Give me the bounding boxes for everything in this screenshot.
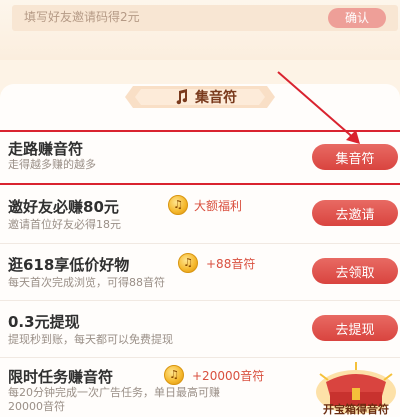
task-desc: 每20分钟完成一次广告任务，单日最高可赚 <box>8 386 220 399</box>
task-title: 0.3元提现 <box>8 313 80 331</box>
section-title-text: 集音符 <box>195 90 237 106</box>
chest-label: 开宝箱得音符 <box>323 403 389 416</box>
section-title: 集音符 <box>140 86 270 108</box>
invite-bar: 填写好友邀请码得2元 确认 <box>0 0 400 60</box>
invite-button[interactable]: 去邀请 <box>312 200 398 226</box>
task-invite: 邀好友必赚80元 ♫ 大额福利 邀请首位好友必得18元 去邀请 <box>0 186 400 242</box>
task-title: 逛618享低价好物 <box>8 256 130 274</box>
collect-notes-button[interactable]: 集音符 <box>312 144 398 170</box>
task-title: 邀好友必赚80元 <box>8 198 119 216</box>
task-desc: 20000音符 <box>8 400 65 413</box>
claim-button[interactable]: 去领取 <box>312 258 398 284</box>
task-walk: 走路赚音符 走得越多赚的越多 集音符 <box>0 130 400 185</box>
invite-code-input[interactable]: 填写好友邀请码得2元 确认 <box>12 5 398 31</box>
task-desc: 每天首次完成浏览，可得88音符 <box>8 276 165 289</box>
reward-badge: 大额福利 <box>194 199 243 213</box>
task-title: 限时任务赚音符 <box>8 368 114 386</box>
music-coin-icon: ♫ <box>168 195 188 215</box>
task-desc: 提现秒到账，每天都可以免费提现 <box>8 333 173 346</box>
music-coin-icon: ♫ <box>164 365 184 385</box>
withdraw-button[interactable]: 去提现 <box>312 315 398 341</box>
task-desc: 走得越多赚的越多 <box>8 158 96 171</box>
confirm-button[interactable]: 确认 <box>328 8 386 28</box>
reward-badge: +88音符 <box>206 257 256 271</box>
task-withdraw: 0.3元提现 提现秒到账，每天都可以免费提现 去提现 <box>0 301 400 357</box>
task-desc: 邀请首位好友必得18元 <box>8 218 121 231</box>
music-coin-icon: ♫ <box>178 253 198 273</box>
reward-badge: +20000音符 <box>192 369 265 383</box>
invite-placeholder: 填写好友邀请码得2元 <box>24 10 140 24</box>
task-title: 走路赚音符 <box>8 140 84 158</box>
task-browse: 逛618享低价好物 ♫ +88音符 每天首次完成浏览，可得88音符 去领取 <box>0 244 400 300</box>
music-note-icon <box>176 89 188 105</box>
